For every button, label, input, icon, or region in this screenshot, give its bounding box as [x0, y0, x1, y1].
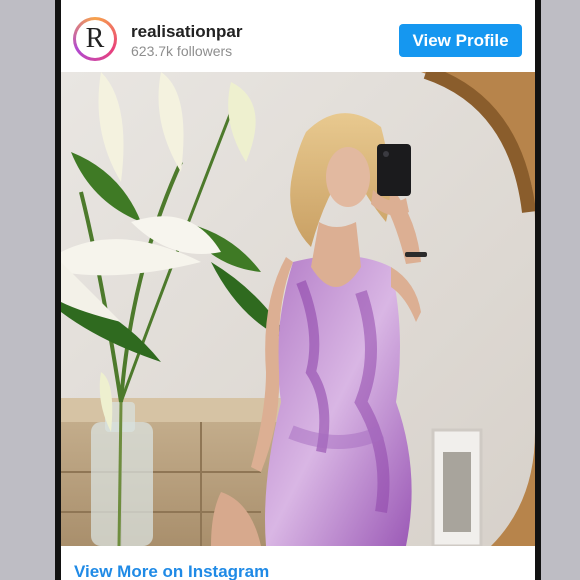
post-image[interactable] — [61, 72, 535, 546]
follower-count: 623.7k followers — [131, 43, 233, 59]
frame-border-right — [535, 0, 541, 580]
page-background-right — [540, 0, 580, 580]
username[interactable]: realisationpar — [131, 22, 243, 42]
avatar[interactable]: R — [73, 17, 117, 61]
post-header: R realisationpar 623.7k followers View P… — [61, 0, 535, 72]
view-more-on-instagram-link[interactable]: View More on Instagram — [74, 562, 269, 580]
avatar-logo-letter: R — [85, 23, 105, 54]
page-background-left — [0, 0, 55, 580]
post-footer: View More on Instagram — [61, 546, 535, 580]
view-profile-button[interactable]: View Profile — [399, 24, 522, 57]
post-photo-illustration — [61, 72, 535, 546]
avatar-inner: R — [76, 20, 114, 58]
instagram-embed-card: R realisationpar 623.7k followers View P… — [61, 0, 535, 580]
